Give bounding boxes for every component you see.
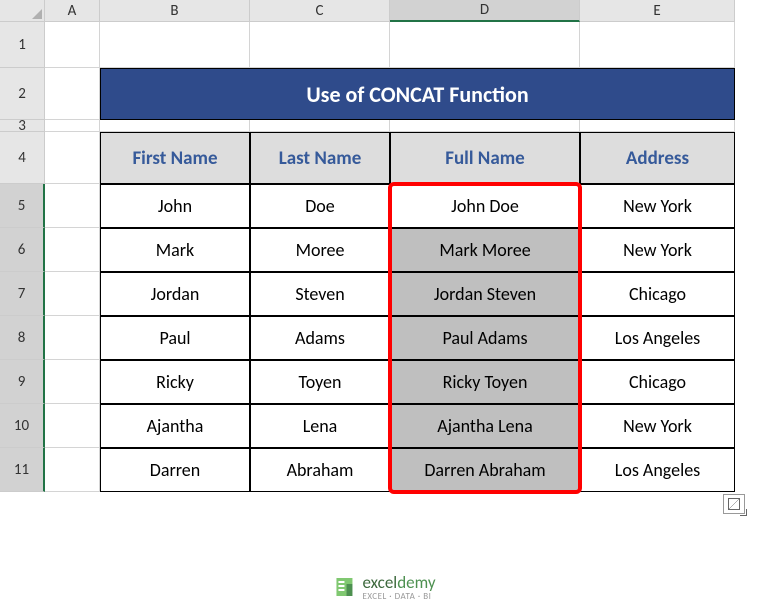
cell-1-D[interactable] xyxy=(390,22,580,68)
watermark-subtitle: EXCEL · DATA · BI xyxy=(362,591,435,602)
cell-first-4[interactable]: Ricky xyxy=(100,360,250,404)
row-headers: 1234567891011 xyxy=(0,22,45,492)
col-header-A[interactable]: A xyxy=(45,0,100,22)
cell-8-A[interactable] xyxy=(45,316,100,360)
autofill-options-icon[interactable] xyxy=(723,494,745,514)
cell-full-0[interactable]: John Doe xyxy=(390,184,580,228)
cell-last-4[interactable]: Toyen xyxy=(250,360,390,404)
cell-first-1[interactable]: Mark xyxy=(100,228,250,272)
cells-area: Use of CONCAT Function First NameLast Nam… xyxy=(45,22,735,492)
cell-3-E[interactable] xyxy=(580,120,735,132)
cell-10-A[interactable] xyxy=(45,404,100,448)
cell-3-B[interactable] xyxy=(100,120,250,132)
cell-1-C[interactable] xyxy=(250,22,390,68)
cell-1-E[interactable] xyxy=(580,22,735,68)
cell-7-A[interactable] xyxy=(45,272,100,316)
cell-last-3[interactable]: Adams xyxy=(250,316,390,360)
select-all-corner[interactable] xyxy=(0,0,45,22)
cell-9-A[interactable] xyxy=(45,360,100,404)
cell-addr-2[interactable]: Chicago xyxy=(580,272,735,316)
row-header-10[interactable]: 10 xyxy=(0,404,45,448)
cell-last-1[interactable]: Moree xyxy=(250,228,390,272)
cell-addr-4[interactable]: Chicago xyxy=(580,360,735,404)
cell-first-0[interactable]: John xyxy=(100,184,250,228)
cell-3-D[interactable] xyxy=(390,120,580,132)
watermark-logo-icon xyxy=(332,575,356,599)
cell-3-A[interactable] xyxy=(45,120,100,132)
cell-addr-0[interactable]: New York xyxy=(580,184,735,228)
cell-addr-3[interactable]: Los Angeles xyxy=(580,316,735,360)
cell-full-1[interactable]: Mark Moree xyxy=(390,228,580,272)
cell-4-A[interactable] xyxy=(45,132,100,184)
cell-6-A[interactable] xyxy=(45,228,100,272)
cell-full-6[interactable]: Darren Abraham xyxy=(390,448,580,492)
cell-11-A[interactable] xyxy=(45,448,100,492)
watermark-text: exceldemy xyxy=(362,572,435,593)
row-header-5[interactable]: 5 xyxy=(0,184,45,228)
col-header-E[interactable]: E xyxy=(580,0,735,22)
header-last-name[interactable]: Last Name xyxy=(250,132,390,184)
row-header-11[interactable]: 11 xyxy=(0,448,45,492)
cell-full-2[interactable]: Jordan Steven xyxy=(390,272,580,316)
cell-3-C[interactable] xyxy=(250,120,390,132)
cell-last-2[interactable]: Steven xyxy=(250,272,390,316)
cell-last-6[interactable]: Abraham xyxy=(250,448,390,492)
row-header-6[interactable]: 6 xyxy=(0,228,45,272)
cell-first-3[interactable]: Paul xyxy=(100,316,250,360)
header-full-name[interactable]: Full Name xyxy=(390,132,580,184)
row-header-8[interactable]: 8 xyxy=(0,316,45,360)
cell-first-5[interactable]: Ajantha xyxy=(100,404,250,448)
spreadsheet-grid: ABCDE 1234567891011 Use of CONCAT Functi… xyxy=(0,0,768,614)
row-header-2[interactable]: 2 xyxy=(0,68,45,120)
cell-addr-6[interactable]: Los Angeles xyxy=(580,448,735,492)
cell-full-5[interactable]: Ajantha Lena xyxy=(390,404,580,448)
cell-1-B[interactable] xyxy=(100,22,250,68)
col-header-C[interactable]: C xyxy=(250,0,390,22)
row-header-4[interactable]: 4 xyxy=(0,132,45,184)
cell-5-A[interactable] xyxy=(45,184,100,228)
row-header-7[interactable]: 7 xyxy=(0,272,45,316)
cell-full-4[interactable]: Ricky Toyen xyxy=(390,360,580,404)
cell-first-6[interactable]: Darren xyxy=(100,448,250,492)
col-header-D[interactable]: D xyxy=(390,0,580,22)
row-header-3[interactable]: 3 xyxy=(0,120,45,132)
cell-first-2[interactable]: Jordan xyxy=(100,272,250,316)
row-header-1[interactable]: 1 xyxy=(0,22,45,68)
cell-addr-5[interactable]: New York xyxy=(580,404,735,448)
row-header-9[interactable]: 9 xyxy=(0,360,45,404)
cell-last-5[interactable]: Lena xyxy=(250,404,390,448)
title-cell[interactable]: Use of CONCAT Function xyxy=(100,68,735,120)
watermark: exceldemy EXCEL · DATA · BI xyxy=(332,572,435,602)
cell-full-3[interactable]: Paul Adams xyxy=(390,316,580,360)
col-header-B[interactable]: B xyxy=(100,0,250,22)
cell-1-A[interactable] xyxy=(45,22,100,68)
cell-2-A[interactable] xyxy=(45,68,100,120)
header-first-name[interactable]: First Name xyxy=(100,132,250,184)
cell-last-0[interactable]: Doe xyxy=(250,184,390,228)
header-address[interactable]: Address xyxy=(580,132,735,184)
cell-addr-1[interactable]: New York xyxy=(580,228,735,272)
column-headers: ABCDE xyxy=(0,0,735,22)
